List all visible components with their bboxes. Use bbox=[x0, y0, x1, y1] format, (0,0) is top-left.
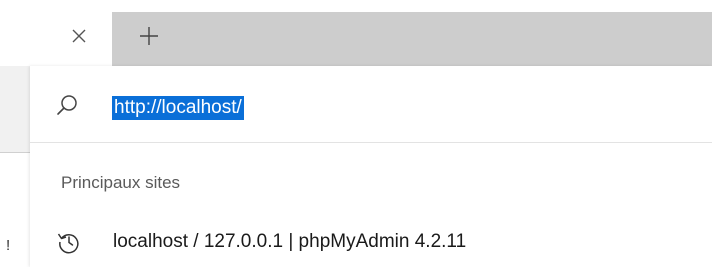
page-edge-glyph: ! bbox=[6, 237, 11, 254]
close-icon bbox=[72, 29, 86, 43]
tab-strip bbox=[0, 0, 712, 66]
address-dropdown: http://localhost/ Principaux sites local… bbox=[30, 66, 712, 267]
divider bbox=[30, 142, 712, 143]
history-icon bbox=[57, 233, 79, 254]
url-input[interactable]: http://localhost/ bbox=[114, 97, 242, 118]
suggestion-title: localhost / 127.0.0.1 | phpMyAdmin 4.2.1… bbox=[113, 231, 467, 252]
browser-window: ! http://localhost/ Principaux sites loc… bbox=[0, 0, 712, 267]
close-tab-button[interactable] bbox=[63, 20, 95, 52]
address-bar[interactable]: http://localhost/ bbox=[30, 66, 712, 142]
suggestion-item[interactable]: localhost / 127.0.0.1 | phpMyAdmin 4.2.1… bbox=[30, 224, 712, 267]
url-selection-highlight: http://localhost/ bbox=[112, 96, 244, 120]
tab-strip-background bbox=[112, 12, 712, 66]
page-content-divider bbox=[0, 152, 30, 153]
page-content-edge bbox=[0, 66, 30, 152]
plus-icon bbox=[140, 27, 158, 45]
top-sites-heading: Principaux sites bbox=[61, 173, 181, 192]
active-tab[interactable] bbox=[0, 12, 112, 66]
new-tab-button[interactable] bbox=[133, 20, 165, 52]
search-icon bbox=[57, 95, 77, 115]
